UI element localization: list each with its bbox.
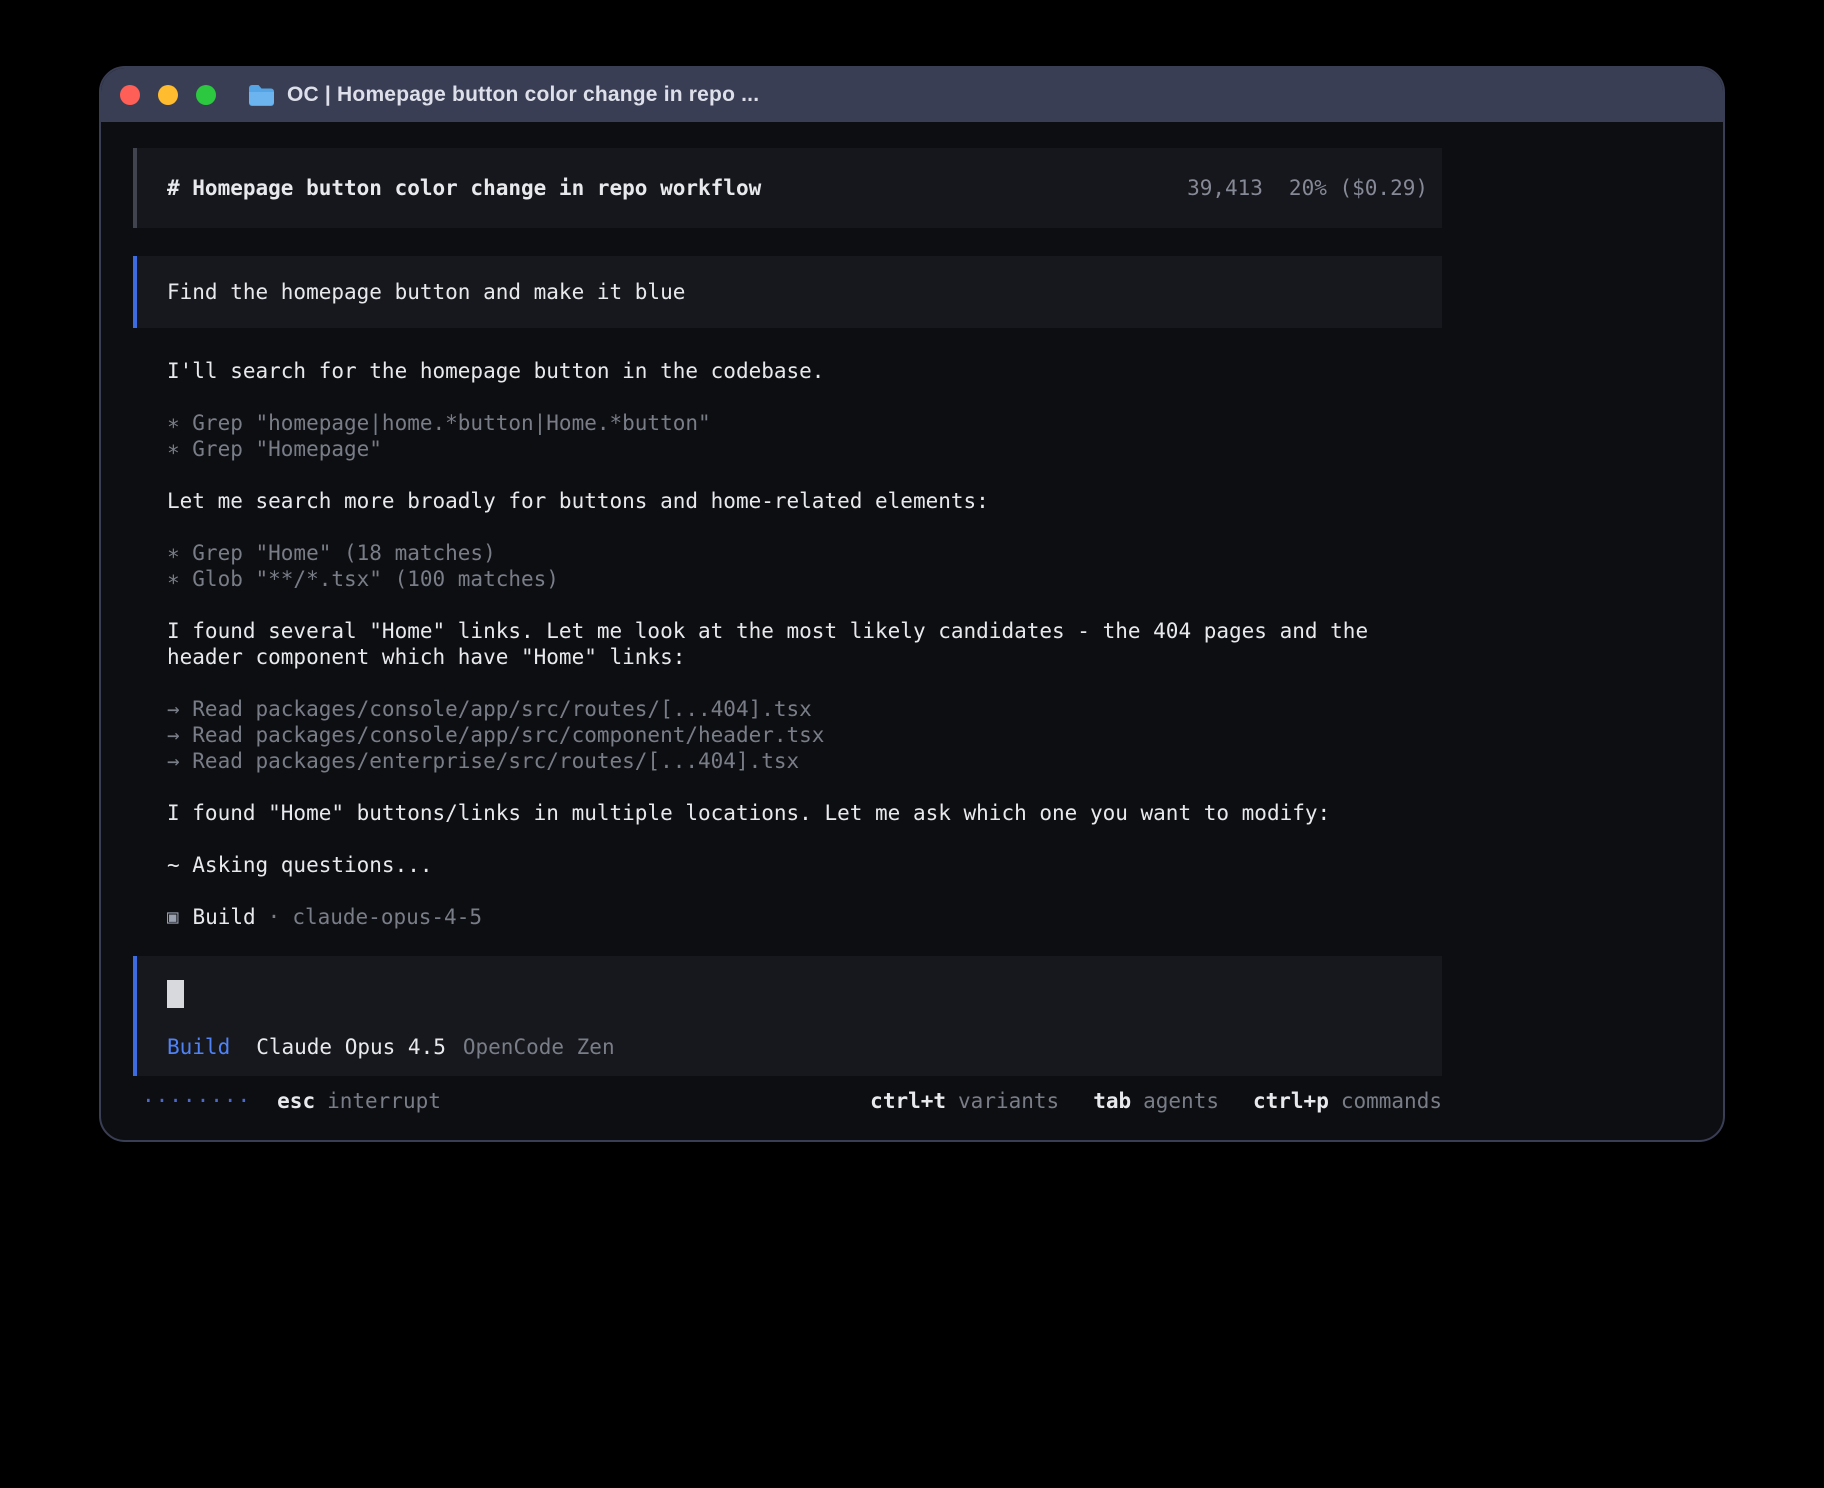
agent-mode-label: Build: [167, 1035, 230, 1059]
zoom-window-button[interactable]: [196, 85, 216, 105]
session-stats: 39,413 20% ($0.29): [1187, 176, 1428, 200]
spinner-dots: ········: [142, 1089, 251, 1113]
tool-call-read: → Read packages/enterprise/src/routes/[.…: [167, 748, 1442, 774]
shortcut-variants: ctrl+t variants: [870, 1089, 1059, 1113]
esc-key-hint: esc: [277, 1089, 315, 1113]
tool-call-read: → Read packages/console/app/src/routes/[…: [167, 696, 1442, 722]
agent-icon: ▣: [167, 904, 178, 930]
assistant-text: Let me search more broadly for buttons a…: [167, 488, 1442, 514]
context-percent-cost: 20% ($0.29): [1289, 176, 1428, 200]
separator-dot: ·: [268, 904, 281, 930]
tool-call-read: → Read packages/console/app/src/componen…: [167, 722, 1442, 748]
status-asking-questions: ~ Asking questions...: [167, 852, 1442, 878]
tool-call-grep: ∗ Grep "Homepage": [167, 436, 1442, 462]
session-header: # Homepage button color change in repo w…: [133, 148, 1442, 228]
ctrl-t-key-hint: ctrl+t: [870, 1089, 946, 1113]
text-cursor: [167, 980, 184, 1008]
terminal-window: OC | Homepage button color change in rep…: [99, 66, 1725, 1142]
shortcut-commands: ctrl+p commands: [1253, 1089, 1442, 1113]
close-window-button[interactable]: [120, 85, 140, 105]
tab-key-hint: tab: [1093, 1089, 1131, 1113]
ctrl-p-key-hint: ctrl+p: [1253, 1089, 1329, 1113]
input-meta-row: Build Claude Opus 4.5 OpenCode Zen: [167, 1035, 1412, 1059]
terminal-content: # Homepage button color change in repo w…: [101, 148, 1723, 1114]
user-message: Find the homepage button and make it blu…: [133, 256, 1442, 328]
assistant-text: I found several "Home" links. Let me loo…: [167, 618, 1442, 670]
status-bar: ········ esc interrupt ctrl+t variants t…: [133, 1088, 1442, 1114]
tool-call-grep: ∗ Grep "Home" (18 matches): [167, 540, 1442, 566]
agent-name: Build: [192, 904, 255, 930]
token-count: 39,413: [1187, 176, 1263, 200]
folder-icon: [248, 84, 275, 106]
assistant-text: I found "Home" buttons/links in multiple…: [167, 800, 1442, 826]
tool-call-grep: ∗ Grep "homepage|home.*button|Home.*butt…: [167, 410, 1442, 436]
minimize-window-button[interactable]: [158, 85, 178, 105]
transcript: I'll search for the homepage button in t…: [133, 358, 1442, 930]
window-title: OC | Homepage button color change in rep…: [287, 83, 759, 107]
agent-status-line: ▣ Build · claude-opus-4-5: [167, 904, 1442, 930]
shortcut-agents: tab agents: [1093, 1089, 1219, 1113]
prompt-input[interactable]: Build Claude Opus 4.5 OpenCode Zen: [133, 956, 1442, 1076]
agents-hint-label: agents: [1143, 1089, 1219, 1113]
session-title: # Homepage button color change in repo w…: [167, 176, 761, 200]
interrupt-hint-label: interrupt: [327, 1089, 441, 1113]
model-name-label: Claude Opus 4.5: [256, 1035, 446, 1059]
assistant-text: I'll search for the homepage button in t…: [167, 358, 1442, 384]
provider-label: OpenCode Zen: [463, 1035, 615, 1059]
agent-model: claude-opus-4-5: [292, 904, 482, 930]
window-titlebar[interactable]: OC | Homepage button color change in rep…: [101, 68, 1723, 122]
user-message-text: Find the homepage button and make it blu…: [167, 280, 685, 304]
variants-hint-label: variants: [958, 1089, 1059, 1113]
commands-hint-label: commands: [1341, 1089, 1442, 1113]
tool-call-glob: ∗ Glob "**/*.tsx" (100 matches): [167, 566, 1442, 592]
